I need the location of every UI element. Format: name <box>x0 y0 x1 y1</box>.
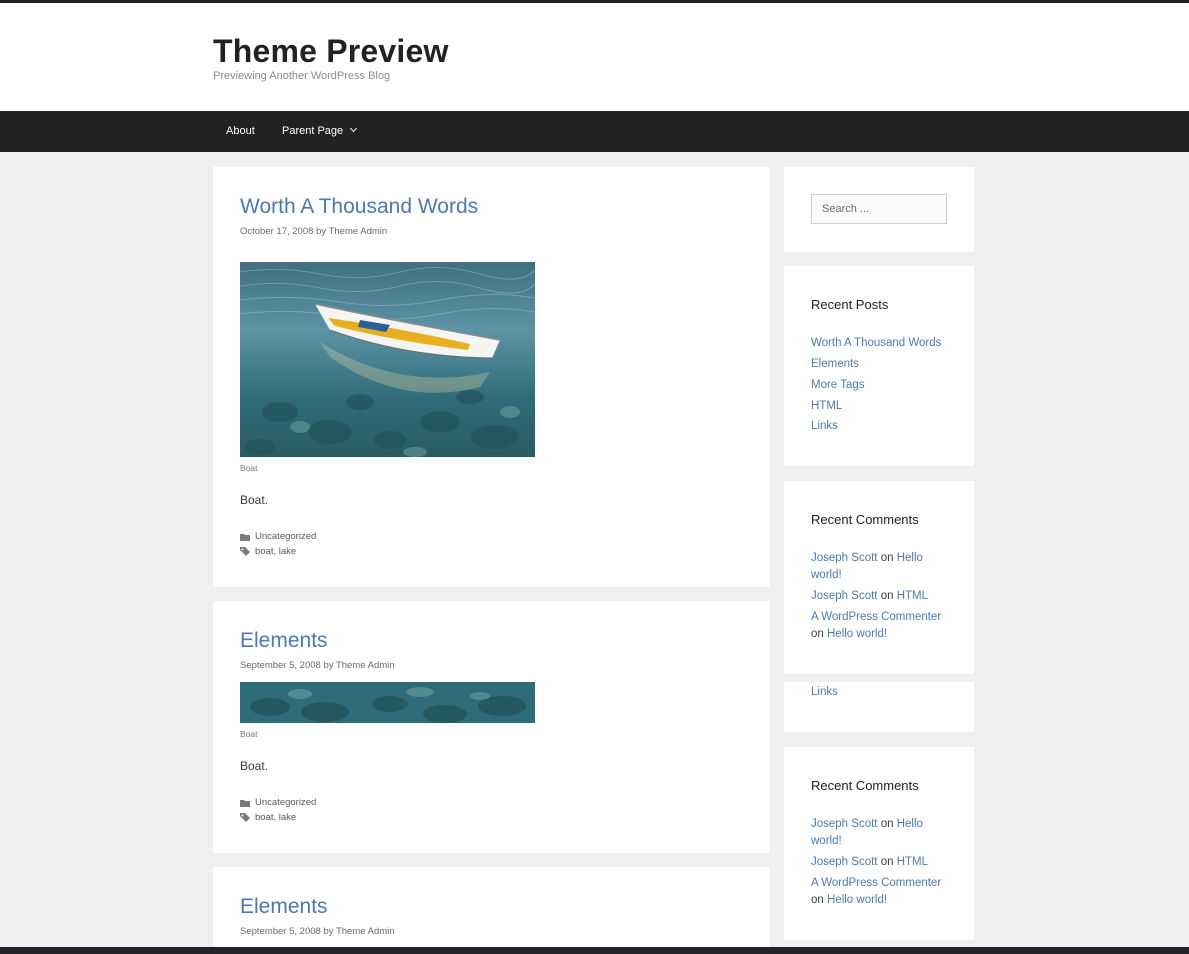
comment-post-link[interactable]: world! <box>811 835 842 847</box>
post-author[interactable]: Theme Admin <box>336 926 395 937</box>
recent-post-link[interactable]: More Tags <box>811 379 864 391</box>
category-link[interactable]: Uncategorized <box>255 797 316 808</box>
recent-post-link[interactable]: Elements <box>811 358 859 370</box>
comment-on: on <box>880 818 894 830</box>
site-header: Theme Preview Previewing Another WordPre… <box>0 3 1189 111</box>
comment-on: on <box>880 590 894 602</box>
post-title[interactable]: Worth A Thousand Words <box>240 195 478 219</box>
category-link[interactable]: Uncategorized <box>255 531 316 542</box>
comment-post-link[interactable]: Hello <box>897 552 923 564</box>
comment-author-link[interactable]: Joseph Scott <box>811 818 877 830</box>
comment-post-link[interactable]: world! <box>811 569 842 581</box>
post-by: by <box>316 226 327 237</box>
comment-author-link[interactable]: A WordPress Commenter <box>811 611 941 623</box>
boat-image[interactable] <box>240 682 535 723</box>
post-by: by <box>323 926 334 937</box>
post-title[interactable]: Elements <box>240 629 328 653</box>
comment-post-link[interactable]: HTML <box>897 856 928 868</box>
post-date[interactable]: September 5, 2008 <box>240 926 321 937</box>
nav-item-about[interactable]: About <box>226 111 255 152</box>
widget-title: Recent Posts <box>811 297 889 312</box>
post-tags: boat, lake <box>240 546 296 557</box>
comment-item: Joseph Scott on HTML <box>811 590 928 602</box>
recent-post-link[interactable]: HTML <box>811 400 842 412</box>
comment-post-link[interactable]: Hello world! <box>827 628 887 640</box>
comment-post-link[interactable]: Hello <box>897 818 923 830</box>
widget-title: Recent Comments <box>811 778 919 793</box>
comment-post-link[interactable]: HTML <box>897 590 928 602</box>
image-caption: Boat <box>240 729 258 739</box>
post-date[interactable]: September 5, 2008 <box>240 660 321 671</box>
site-tagline: Previewing Another WordPress Blog <box>213 70 391 82</box>
tags-link[interactable]: boat, lake <box>255 812 296 823</box>
comment-on: on <box>880 552 894 564</box>
boat-image[interactable] <box>240 262 535 457</box>
nav-item-label: Parent Page <box>282 125 344 137</box>
post-by: by <box>323 660 334 671</box>
post-title[interactable]: Elements <box>240 895 328 919</box>
search-input[interactable] <box>811 194 947 224</box>
comment-item: Joseph Scott on Hello <box>811 818 923 830</box>
comment-author-link[interactable]: Joseph Scott <box>811 856 877 868</box>
tag-icon <box>240 813 250 822</box>
site-title[interactable]: Theme Preview <box>213 33 449 70</box>
post-meta: September 5, 2008 by Theme Admin <box>240 926 395 937</box>
tag-icon <box>240 547 250 556</box>
post-date[interactable]: October 17, 2008 <box>240 226 313 237</box>
comment-item: Joseph Scott on Hello <box>811 552 923 564</box>
recent-post-link[interactable]: Worth A Thousand Words <box>811 337 941 349</box>
links-link[interactable]: Links <box>811 686 838 698</box>
nav-item-label: About <box>226 125 255 137</box>
recent-post-link[interactable]: Links <box>811 420 838 432</box>
post-categories: Uncategorized <box>240 797 316 808</box>
image-caption: Boat <box>240 463 258 473</box>
comment-item: on Hello world! <box>811 894 887 906</box>
comment-author-link[interactable]: Joseph Scott <box>811 552 877 564</box>
chevron-down-icon <box>350 124 358 133</box>
widget-title: Recent Comments <box>811 512 919 527</box>
post-meta: September 5, 2008 by Theme Admin <box>240 660 395 671</box>
comment-post-link[interactable]: Hello world! <box>827 894 887 906</box>
post-excerpt: Boat. <box>240 759 269 773</box>
comment-on: on <box>880 856 894 868</box>
comment-author-link[interactable]: Joseph Scott <box>811 590 877 602</box>
nav-item-parent-page[interactable]: Parent Page <box>282 111 358 152</box>
folder-icon <box>240 533 250 541</box>
main-navigation: About Parent Page <box>0 111 1189 152</box>
post-author[interactable]: Theme Admin <box>336 660 395 671</box>
comment-on: on <box>811 894 824 906</box>
comment-item: on Hello world! <box>811 628 887 640</box>
post-excerpt: Boat. <box>240 493 269 507</box>
post-author[interactable]: Theme Admin <box>329 226 388 237</box>
comment-item: Joseph Scott on HTML <box>811 856 928 868</box>
post-tags: boat, lake <box>240 812 296 823</box>
comment-author-link[interactable]: A WordPress Commenter <box>811 877 941 889</box>
folder-icon <box>240 799 250 807</box>
tags-link[interactable]: boat, lake <box>255 546 296 557</box>
comment-on: on <box>811 628 824 640</box>
post-categories: Uncategorized <box>240 531 316 542</box>
bottom-border <box>0 947 1189 954</box>
post-meta: October 17, 2008 by Theme Admin <box>240 226 387 237</box>
